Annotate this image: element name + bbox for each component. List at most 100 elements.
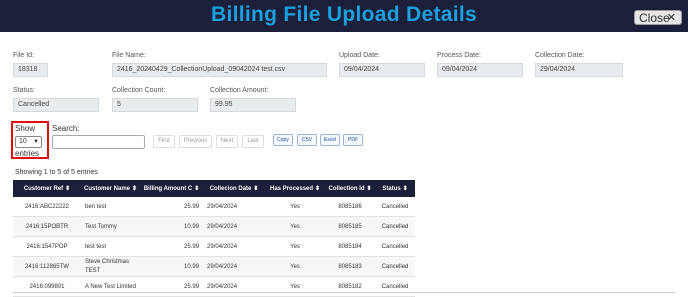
column-header-status[interactable]: Status ⬍ bbox=[375, 180, 416, 197]
sort-icon: ⬍ bbox=[366, 186, 372, 192]
export-copy-button[interactable]: Copy bbox=[273, 134, 293, 146]
cell-status: Cancelled bbox=[375, 256, 416, 277]
column-header-customer-name[interactable]: Customer Name ⬍ bbox=[81, 180, 141, 197]
cell-billing-amount: 25.99 bbox=[140, 276, 204, 297]
cell-collection-date: 29/04/2024 bbox=[203, 236, 266, 257]
sort-icon: ⬍ bbox=[65, 186, 71, 192]
column-header-label: Collecion Date bbox=[209, 186, 252, 192]
cell-status: Cancelled bbox=[375, 216, 416, 237]
collection-date-field: 29/04/2024 bbox=[535, 63, 623, 77]
sort-icon: ⬍ bbox=[315, 186, 321, 192]
cell-collection-date: 29/04/2024 bbox=[203, 276, 266, 297]
export-excel-button[interactable]: Excel bbox=[320, 134, 340, 146]
entries-length-value: 10 bbox=[19, 138, 27, 145]
column-header-collection-date[interactable]: Collecion Date ⬍ bbox=[203, 180, 266, 197]
cell-customer-ref: 2416:15POBTR bbox=[13, 216, 81, 237]
column-header-label: Billing Amount C bbox=[143, 186, 193, 192]
cell-collection-id: 8085183 bbox=[325, 256, 376, 277]
cell-billing-amount: 10.99 bbox=[140, 256, 204, 277]
sort-icon: ⬍ bbox=[132, 186, 138, 192]
collection-amount-label: Collection Amount: bbox=[210, 87, 269, 94]
table-info: Showing 1 to 5 of 5 entries bbox=[15, 169, 98, 176]
process-date-field: 09/04/2024 bbox=[437, 63, 523, 77]
cell-customer-name: Test Tommy bbox=[81, 216, 141, 237]
collection-count-label: Collection Count: bbox=[112, 87, 166, 94]
status-field: Cancelled bbox=[13, 98, 99, 112]
close-button[interactable]: Close ✕ bbox=[634, 10, 682, 25]
cell-collection-date: 29/04/2024 bbox=[203, 256, 266, 277]
cell-billing-amount: 25.99 bbox=[140, 197, 204, 217]
cell-has-processed: Yes bbox=[265, 197, 326, 217]
column-header-customer-ref[interactable]: Customer Ref ⬍ bbox=[13, 180, 81, 197]
column-header-label: Customer Name bbox=[84, 186, 131, 192]
pager-first-button[interactable]: First bbox=[153, 135, 175, 148]
file-name-label: File Name: bbox=[112, 52, 146, 59]
table-row[interactable]: 2416:15POBTR Test Tommy 10.99 29/04/2024… bbox=[13, 216, 416, 237]
column-header-billing-amount[interactable]: Billing Amount C ⬍ bbox=[140, 180, 204, 197]
collection-count-field: 5 bbox=[112, 98, 198, 112]
cell-customer-ref: 2416:112865TW bbox=[13, 256, 81, 277]
title-bar: Billing File Upload Details Close ✕ bbox=[0, 0, 688, 32]
export-csv-button[interactable]: CSV bbox=[297, 134, 317, 146]
column-header-collection-id[interactable]: Collection Id ⬍ bbox=[325, 180, 376, 197]
process-date-label: Process Date: bbox=[437, 52, 481, 59]
sort-icon: ⬍ bbox=[253, 186, 259, 192]
column-header-label: Collection Id bbox=[328, 186, 365, 192]
cell-has-processed: Yes bbox=[265, 236, 326, 257]
search-input[interactable] bbox=[52, 135, 145, 149]
close-icon: ✕ bbox=[666, 12, 676, 24]
file-id-field: 18318 bbox=[13, 63, 48, 77]
column-header-label: Status bbox=[382, 186, 401, 192]
export-pdf-button[interactable]: PDF bbox=[343, 134, 363, 146]
upload-date-label: Upload Date: bbox=[339, 52, 380, 59]
cell-collection-id: 8085184 bbox=[325, 236, 376, 257]
close-label: Close bbox=[639, 11, 670, 25]
cell-customer-ref: 2416:ABC22222 bbox=[13, 197, 81, 217]
cell-collection-date: 29/04/2024 bbox=[203, 197, 266, 217]
cell-has-processed: Yes bbox=[265, 256, 326, 277]
table-row[interactable]: 2416:112865TW Steve Christmas TEST 10.99… bbox=[13, 256, 416, 277]
collection-date-label: Collection Date: bbox=[535, 52, 585, 59]
cell-collection-date: 29/04/2024 bbox=[203, 216, 266, 237]
cell-status: Cancelled bbox=[375, 197, 416, 217]
cell-collection-id: 8085185 bbox=[325, 216, 376, 237]
divider bbox=[13, 292, 675, 293]
cell-status: Cancelled bbox=[375, 276, 416, 297]
entries-label: entries bbox=[15, 149, 40, 158]
table-row[interactable]: 2416:ABC22222 ben test 25.99 29/04/2024 … bbox=[13, 197, 416, 217]
cell-collection-id: 8085186 bbox=[325, 197, 376, 217]
column-header-has-processed[interactable]: Has Processed ⬍ bbox=[265, 180, 326, 197]
sort-icon: ⬍ bbox=[194, 186, 200, 192]
cell-customer-name: test test bbox=[81, 236, 141, 257]
table-row[interactable]: 2416:099801 A New Test Limited 25.99 29/… bbox=[13, 276, 416, 297]
cell-customer-ref: 2416:1547POP bbox=[13, 236, 81, 257]
show-label: Show bbox=[15, 124, 36, 133]
search-label: Search: bbox=[52, 124, 80, 133]
pager-previous-button[interactable]: Previous bbox=[179, 135, 212, 148]
column-header-label: Customer Ref bbox=[23, 186, 64, 192]
cell-billing-amount: 25.99 bbox=[140, 236, 204, 257]
cell-customer-name: A New Test Limited bbox=[81, 276, 141, 297]
cell-status: Cancelled bbox=[375, 236, 416, 257]
sort-icon: ⬍ bbox=[402, 186, 408, 192]
page-title: Billing File Upload Details bbox=[211, 3, 477, 26]
cell-customer-ref: 2416:099801 bbox=[13, 276, 81, 297]
file-id-label: File Id: bbox=[13, 52, 35, 59]
cell-collection-id: 8085182 bbox=[325, 276, 376, 297]
pager-next-button[interactable]: Next bbox=[216, 135, 238, 148]
column-header-label: Has Processed bbox=[270, 186, 314, 192]
status-label: Status: bbox=[13, 87, 35, 94]
cell-customer-name: ben test bbox=[81, 197, 141, 217]
collection-amount-field: 99.95 bbox=[210, 98, 296, 112]
cell-customer-name: Steve Christmas TEST bbox=[81, 256, 141, 277]
table-header-row: Customer Ref ⬍ Customer Name ⬍ Billing Amo… bbox=[13, 180, 416, 197]
entries-length-select[interactable]: 10 ▼ bbox=[15, 136, 42, 148]
entries-table: Customer Ref ⬍ Customer Name ⬍ Billing Amo… bbox=[13, 180, 416, 297]
cell-has-processed: Yes bbox=[265, 216, 326, 237]
pager-last-button[interactable]: Last bbox=[242, 135, 264, 148]
cell-billing-amount: 10.99 bbox=[140, 216, 204, 237]
table-row[interactable]: 2416:1547POP test test 25.99 29/04/2024 … bbox=[13, 236, 416, 257]
cell-has-processed: Yes bbox=[265, 276, 326, 297]
upload-date-field: 09/04/2024 bbox=[339, 63, 425, 77]
chevron-down-icon: ▼ bbox=[33, 139, 39, 145]
